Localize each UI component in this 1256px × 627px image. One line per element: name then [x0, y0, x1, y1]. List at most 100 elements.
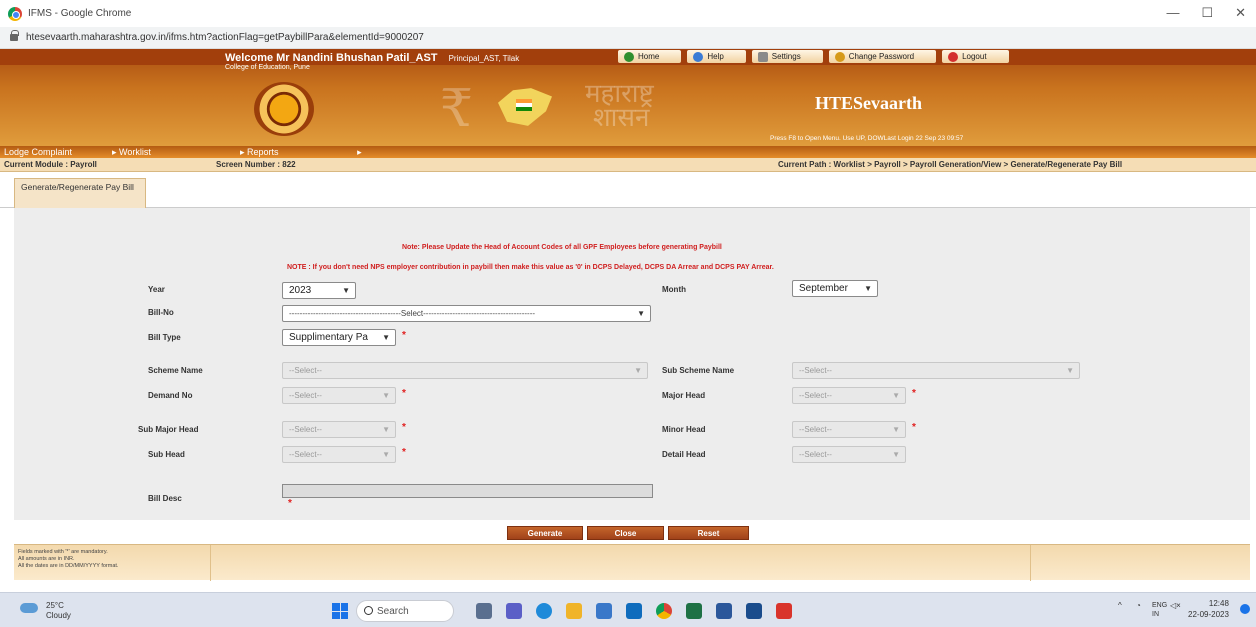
url-text[interactable]: htesevaarth.maharashtra.gov.in/ifms.htm?… [26, 32, 424, 43]
chevron-down-icon: ▼ [382, 333, 390, 342]
minimize-icon[interactable]: — [1166, 5, 1179, 21]
windows-start-icon[interactable] [332, 603, 348, 619]
chevron-down-icon: ▼ [342, 286, 350, 295]
windows-taskbar: 25°C Cloudy Search ^ ◔ ENG IN ◁× 12:48 2… [0, 592, 1256, 627]
store-icon[interactable] [596, 603, 612, 619]
chevron-down-icon: ▼ [637, 309, 645, 318]
chevron-down-icon: ▼ [864, 284, 872, 293]
maximize-icon[interactable]: ☐ [1201, 5, 1213, 21]
chevron-down-icon: ▼ [1066, 366, 1074, 375]
header-banner: Welcome Mr Nandini Bhushan Patil_AST Pri… [0, 49, 1256, 146]
sub-scheme-name-select[interactable]: --Select-- ▼ [792, 362, 1080, 379]
file-explorer-icon[interactable] [566, 603, 582, 619]
word-icon[interactable] [716, 603, 732, 619]
required-marker: * [288, 498, 292, 509]
year-select[interactable]: 2023 ▼ [282, 282, 356, 299]
address-bar[interactable]: htesevaarth.maharashtra.gov.in/ifms.htm?… [0, 27, 1256, 49]
action-buttons: Generate Close Reset [0, 524, 1256, 540]
cloud-icon[interactable] [20, 603, 38, 613]
key-icon [834, 51, 845, 62]
sub-scheme-name-value: --Select-- [799, 366, 832, 375]
note-nps: NOTE : If you don't need NPS employer co… [287, 264, 774, 271]
help-icon [693, 51, 704, 62]
task-view-icon[interactable] [476, 603, 492, 619]
sub-head-label: Sub Head [148, 450, 185, 459]
college-name: College of Education, Pune [225, 64, 310, 71]
chevron-up-icon[interactable]: ^ [1118, 601, 1122, 610]
teams-icon[interactable] [506, 603, 522, 619]
generate-button[interactable]: Generate [507, 526, 583, 540]
sub-head-select[interactable]: --Select-- ▼ [282, 446, 396, 463]
browser-titlebar: IFMS - Google Chrome — ☐ ✕ [0, 0, 1256, 27]
nav-home-label: Home [638, 52, 660, 61]
menu-worklist[interactable]: ▸ Worklist [112, 147, 240, 158]
scheme-name-label: Scheme Name [148, 366, 203, 375]
home-icon [624, 51, 634, 62]
close-icon[interactable]: ✕ [1235, 5, 1246, 21]
nav-change-password-label: Change Password [848, 52, 915, 61]
notification-icon[interactable] [1240, 604, 1250, 614]
menu-arrow-icon: ▸ [357, 146, 362, 157]
demand-no-select[interactable]: --Select-- ▼ [282, 387, 396, 404]
month-value: September [799, 283, 848, 294]
sub-scheme-name-label: Sub Scheme Name [662, 366, 735, 375]
sub-major-head-select[interactable]: --Select-- ▼ [282, 421, 396, 438]
year-value: 2023 [289, 285, 312, 296]
nav-logout[interactable]: Logout [942, 50, 1009, 63]
bill-type-select[interactable]: Supplimentary Pa ▼ [282, 329, 396, 346]
major-head-select[interactable]: --Select-- ▼ [792, 387, 906, 404]
bill-desc-input[interactable] [282, 484, 653, 498]
detail-head-label: Detail Head [662, 450, 706, 459]
wifi-icon[interactable]: ◔ [1136, 601, 1141, 610]
tab-generate-regenerate-pay-bill[interactable]: Generate/Regenerate Pay Bill [14, 178, 146, 208]
brand-title: HTESevaarth [815, 93, 923, 113]
excel-icon[interactable] [686, 603, 702, 619]
pdf-icon[interactable] [776, 603, 792, 619]
required-marker: * [912, 422, 916, 433]
bill-type-value: Supplimentary Pa [289, 332, 368, 343]
chevron-down-icon: ▼ [892, 425, 900, 434]
nav-home[interactable]: Home [618, 50, 682, 63]
sub-major-head-value: --Select-- [289, 425, 322, 434]
month-select[interactable]: September ▼ [792, 280, 878, 297]
temperature: 25°C [46, 601, 64, 610]
bill-no-select[interactable]: ----------------------------------------… [282, 305, 651, 322]
menu-lodge-complaint[interactable]: Lodge Complaint [4, 147, 112, 157]
system-clock[interactable]: 12:48 22-09-2023 [1188, 598, 1229, 620]
chrome-taskbar-icon[interactable] [656, 603, 672, 619]
chevron-down-icon: ▼ [892, 450, 900, 459]
nav-change-password[interactable]: Change Password [828, 50, 937, 63]
nav-settings[interactable]: Settings [751, 50, 823, 63]
footer-note-date-format: All the dates are in DD/MM/YYYY format. [18, 563, 119, 569]
footer-notes: Fields marked with '*' are mandatory. Al… [14, 544, 1250, 581]
mail-icon[interactable] [626, 603, 642, 619]
nav-help[interactable]: Help [687, 50, 746, 63]
taskbar-search[interactable]: Search [356, 600, 454, 622]
volume-icon[interactable]: ◁× [1170, 601, 1181, 610]
detail-head-select[interactable]: --Select-- ▼ [792, 446, 906, 463]
menu-reports[interactable]: ▸ Reports ▸ [240, 147, 390, 158]
required-marker: * [402, 447, 406, 458]
close-button[interactable]: Close [587, 526, 664, 540]
edge-icon[interactable] [536, 603, 552, 619]
reset-button[interactable]: Reset [668, 526, 749, 540]
chrome-icon [8, 6, 22, 21]
reader-icon[interactable] [746, 603, 762, 619]
minor-head-select[interactable]: --Select-- ▼ [792, 421, 906, 438]
major-head-label: Major Head [662, 391, 706, 400]
scheme-name-select[interactable]: --Select-- ▼ [282, 362, 648, 379]
keyboard-hint-and-last-login: Press F8 to Open Menu. Use UP, DOWLast L… [770, 135, 964, 142]
chevron-down-icon: ▼ [382, 425, 390, 434]
bill-type-label: Bill Type [148, 333, 181, 342]
current-path: Current Path : Worklist > Payroll > Payr… [778, 160, 1123, 169]
weather-widget[interactable]: 25°C Cloudy [46, 601, 71, 621]
minor-head-label: Minor Head [662, 425, 706, 434]
bill-desc-label: Bill Desc [148, 494, 182, 503]
deva-line-2: शासन [593, 103, 650, 133]
user-role: Principal_AST, Tilak [448, 54, 520, 63]
language-indicator[interactable]: ENG IN [1152, 601, 1167, 619]
nav-help-label: Help [707, 52, 724, 61]
required-marker: * [402, 388, 406, 399]
welcome-name: Welcome Mr Nandini Bhushan Patil_AST [225, 52, 438, 64]
minor-head-value: --Select-- [799, 425, 832, 434]
